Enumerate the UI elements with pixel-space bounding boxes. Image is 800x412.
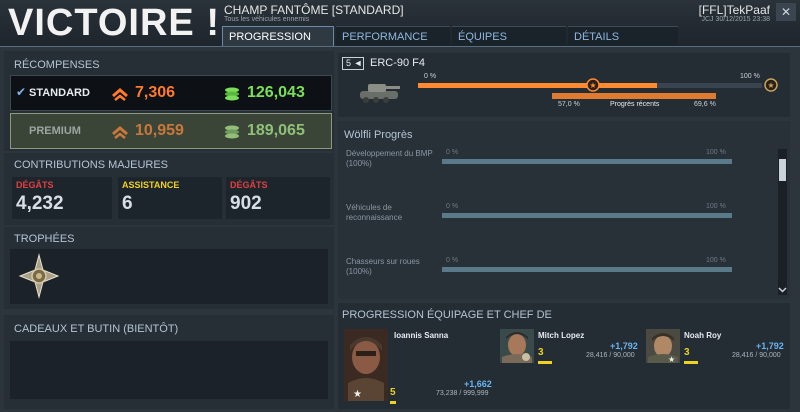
checkmark-icon: ✔ [16,85,27,99]
crew-member-xp: 28,416 / 90,000 [586,352,635,359]
rewards-title: RÉCOMPENSES [14,59,100,71]
line-row-end: 100 % [706,203,726,210]
crew-member-level: 5 [390,387,396,398]
vehicle-name: ERC-90 F4 [370,57,426,69]
crew-member-name: Mitch Lopez [538,331,585,340]
recent-end-pct: 69,6 % [694,101,716,108]
crew-portrait[interactable] [500,329,534,363]
crew-member-xp-bar [538,361,552,364]
crew-member-xp-gain: +1,792 [756,341,784,351]
line-row-end: 100 % [706,149,726,156]
premium-label: PREMIUM [29,125,81,137]
contribution-damage: DÉGÂTS 4,232 [12,177,112,219]
crew-title: PROGRESSION ÉQUIPAGE ET CHEF DE [342,309,552,321]
svg-text:★: ★ [668,355,675,363]
scroll-thumb[interactable] [779,159,786,181]
crew-member-name: Ioannis Sanna [394,331,449,340]
trophy-medal-icon[interactable] [18,253,60,299]
contribution-assist: ASSISTANCE 6 [118,177,222,219]
svg-text:★: ★ [767,81,774,90]
crew-panel: PROGRESSION ÉQUIPAGE ET CHEF DE ★ Ioanni… [338,303,790,409]
premium-credits-value: 189,065 [247,122,305,139]
rewards-panel: RÉCOMPENSES ✔ STANDARD 7,306 126,043 PRE… [4,51,334,151]
assist-label: ASSISTANCE [122,180,180,190]
svg-text:★: ★ [353,389,362,400]
damage-label: DÉGÂTS [16,180,54,190]
crew-member-xp-gain: +1,792 [610,341,638,351]
crew-member-xp: 28,416 / 90,000 [732,352,781,359]
chevron-down-icon[interactable] [778,285,787,294]
battle-result: VICTOIRE ! [8,2,220,44]
credits-icon [225,125,239,139]
line-progress-panel: Wölfli Progrès Développement du BMP (100… [338,121,790,299]
experience-icon [112,88,128,101]
tier-badge: 5 ◄ [342,57,364,70]
standard-xp-value: 7,306 [135,84,176,101]
crew-member-level: 3 [538,347,544,358]
recent-progress-bar [552,93,716,99]
damage-2-label: DÉGÂTS [230,180,268,190]
standard-label: STANDARD [29,87,90,99]
line-row-end: 100 % [706,257,726,264]
vehicle-progress-fill [418,83,657,88]
close-button[interactable]: ✕ [776,3,796,21]
progress-start-pct: 0 % [424,73,437,80]
header: VICTOIRE ! CHAMP FANTÔME [STANDARD] Tous… [0,0,800,46]
goal-marker-icon: ★ [764,78,778,92]
crew-member-xp: 73,238 / 999,999 [436,390,489,397]
recent-progress-label: Progrès récents [610,101,660,108]
contributions-title: CONTRIBUTIONS MAJEURES [14,159,169,171]
line-progress-title: Wölfli Progrès [344,129,413,141]
line-row-start: 0 % [446,203,459,210]
recent-start-pct: 57,0 % [558,101,580,108]
mode-title: CHAMP FANTÔME [STANDARD] [224,3,404,17]
gifts-title: CADEAUX ET BUTIN (BIENTÔT) [14,323,179,335]
vehicle-progress-panel: 5 ◄ ERC-90 F4 0 % 100 % ★ ★ 57,0 % Progr… [338,53,790,117]
line-row-label: Véhicules de reconnaissance [346,203,403,222]
line-row-label: Chasseurs sur roues (100%) [346,257,420,276]
svg-text:★: ★ [589,81,596,90]
scrollbar[interactable] [778,149,787,295]
line-row-label: Développement du BMP (100%) [346,149,433,168]
mode-subtitle: Tous les véhicules ennemis [224,16,310,23]
crew-member-xp-bar [684,361,698,364]
premium-rewards-row[interactable]: PREMIUM 10,959 189,065 [10,113,332,149]
damage-2-value: 902 [230,193,262,214]
battle-datetime: JCJ 30/12/2015 23:38 [701,16,771,23]
assist-value: 6 [122,193,133,214]
experience-icon [112,126,128,139]
line-row-bar [442,213,732,218]
contribution-damage-2: DÉGÂTS 902 [226,177,330,219]
progress-end-pct: 100 % [740,73,760,80]
gift-list [10,341,328,399]
tab-progression[interactable]: PROGRESSION [222,26,334,46]
trophies-title: TROPHÉES [14,233,75,245]
crew-member-name: Noah Roy [684,331,722,340]
commander-portrait[interactable]: ★ [344,329,388,401]
crew-portrait[interactable]: ★ [646,329,680,363]
crew-member-xp-gain: +1,662 [464,379,492,389]
player-name: [FFL]TekPaaf [698,3,770,17]
tab-details[interactable]: DÉTAILS [568,26,678,46]
line-row-start: 0 % [446,257,459,264]
damage-value: 4,232 [16,193,64,214]
line-row-bar [442,267,732,272]
standard-credits-value: 126,043 [247,84,305,101]
premium-xp-value: 10,959 [135,122,184,139]
line-row-start: 0 % [446,149,459,156]
tab-equipes[interactable]: ÉQUIPES [452,26,566,46]
vehicle-icon [360,84,400,103]
crew-member-xp-bar [390,401,396,404]
line-row-bar [442,159,732,164]
content-area: RÉCOMPENSES ✔ STANDARD 7,306 126,043 PRE… [0,46,800,412]
credits-icon [225,87,239,101]
standard-rewards-row[interactable]: ✔ STANDARD 7,306 126,043 [10,75,332,111]
progress-marker-icon: ★ [586,78,600,92]
crew-member-level: 3 [684,347,690,358]
trophy-list [10,249,328,304]
tab-performance[interactable]: PERFORMANCE [336,26,450,46]
